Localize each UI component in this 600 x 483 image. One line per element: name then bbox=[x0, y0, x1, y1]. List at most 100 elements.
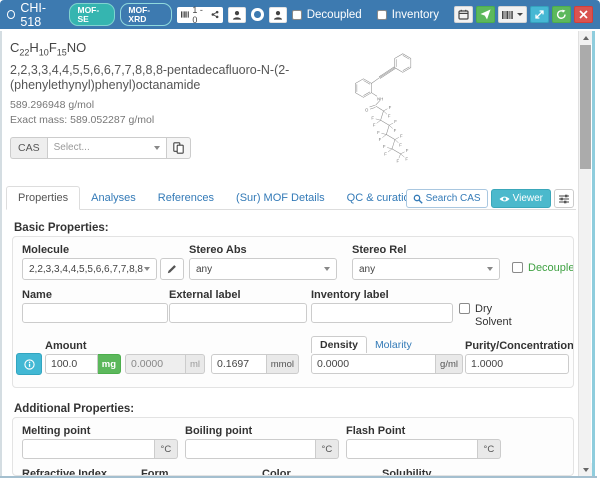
mole-input[interactable] bbox=[211, 354, 267, 374]
density-input[interactable] bbox=[311, 354, 436, 374]
tab-density[interactable]: Density bbox=[311, 336, 367, 353]
svg-text:NH: NH bbox=[377, 97, 383, 102]
melting-point-input[interactable] bbox=[22, 439, 155, 459]
stereo-rel-field: any bbox=[352, 258, 500, 280]
barcode-icon bbox=[181, 10, 189, 19]
boiling-point-input[interactable] bbox=[185, 439, 316, 459]
amount-unit-button[interactable]: mg bbox=[98, 354, 121, 374]
status-circle-icon bbox=[7, 10, 15, 19]
cas-select-placeholder: Select... bbox=[54, 142, 90, 153]
caret-down-icon bbox=[324, 267, 330, 271]
scroll-up-arrow[interactable] bbox=[579, 31, 592, 44]
loading-circle-icon bbox=[251, 8, 263, 21]
decoupled-panel-checkbox[interactable] bbox=[512, 262, 523, 273]
stereo-abs-select[interactable]: any bbox=[189, 258, 337, 280]
mole-unit-button[interactable]: mmol bbox=[267, 354, 299, 374]
edit-molecule-button[interactable] bbox=[160, 258, 184, 280]
color-label: Color bbox=[262, 468, 291, 476]
tab-properties[interactable]: Properties bbox=[6, 186, 80, 210]
calendar-button[interactable] bbox=[454, 6, 473, 23]
search-cas-button[interactable]: Search CAS bbox=[406, 189, 488, 208]
boiling-point-group: °C bbox=[185, 439, 339, 459]
tab-actions: Search CAS Viewer bbox=[406, 189, 574, 208]
external-label-input[interactable] bbox=[169, 303, 307, 323]
boiling-unit: °C bbox=[316, 439, 339, 459]
decoupled-field: Decoupled bbox=[512, 262, 574, 274]
melting-point-group: °C bbox=[22, 439, 178, 459]
flash-point-input[interactable] bbox=[346, 439, 478, 459]
svg-text:O: O bbox=[365, 108, 369, 113]
send-button[interactable] bbox=[476, 6, 495, 23]
tab-mof-details[interactable]: (Sur) MOF Details bbox=[225, 187, 336, 209]
svg-text:F: F bbox=[405, 157, 408, 162]
amount-input[interactable] bbox=[45, 354, 98, 374]
density-unit-button[interactable]: g/ml bbox=[436, 354, 463, 374]
viewer-button[interactable]: Viewer bbox=[491, 189, 551, 208]
decoupled-checkbox[interactable] bbox=[292, 10, 302, 20]
molecular-formula: C22H10F15NO bbox=[10, 40, 302, 58]
stereo-rel-value: any bbox=[359, 264, 375, 275]
name-label: Name bbox=[22, 289, 52, 301]
badge-mof-se[interactable]: MOF-SE bbox=[69, 3, 115, 26]
boiling-point-label: Boiling point bbox=[185, 425, 252, 437]
info-button[interactable] bbox=[16, 353, 42, 375]
svg-text:F: F bbox=[388, 114, 391, 119]
decoupled-label: Decoupled bbox=[307, 9, 362, 21]
svg-text:F: F bbox=[400, 133, 403, 138]
mole-group: mmol bbox=[211, 354, 299, 374]
settings-button[interactable] bbox=[554, 189, 574, 208]
decoupled-panel-label: Decoupled bbox=[528, 262, 574, 274]
compound-summary: C22H10F15NO 2,2,3,3,4,4,5,5,6,6,7,7,8,8,… bbox=[10, 40, 302, 159]
assignee-button[interactable] bbox=[269, 7, 287, 23]
name-field bbox=[22, 303, 168, 323]
inventory-checkbox[interactable] bbox=[377, 10, 387, 20]
close-icon bbox=[579, 10, 588, 19]
expand-arrows-icon bbox=[534, 9, 545, 20]
expand-button[interactable] bbox=[530, 6, 549, 23]
tab-analyses[interactable]: Analyses bbox=[80, 187, 147, 209]
svg-text:F: F bbox=[394, 128, 397, 133]
dry-solvent-checkbox[interactable] bbox=[459, 303, 470, 314]
recycle-icon bbox=[556, 9, 567, 20]
scrollbar-thumb[interactable] bbox=[580, 45, 591, 169]
badge-mof-xrd[interactable]: MOF-XRD bbox=[120, 3, 172, 26]
paper-plane-icon bbox=[480, 9, 491, 20]
cas-row: CAS Select... bbox=[10, 137, 302, 159]
svg-text:F: F bbox=[377, 130, 380, 135]
molecule-select[interactable]: 2,2,3,3,4,4,5,5,6,6,7,7,8,8,8-pe bbox=[22, 258, 157, 280]
refresh-button[interactable] bbox=[552, 6, 571, 23]
window-right-edge bbox=[592, 31, 595, 476]
melting-unit: °C bbox=[155, 439, 178, 459]
volume-group: ml bbox=[125, 354, 205, 374]
molecule-structure: NHOFFFFFFFFFFFFFFF bbox=[348, 48, 420, 166]
sample-counter[interactable]: 1 - 0 bbox=[177, 7, 223, 23]
name-input[interactable] bbox=[22, 303, 168, 323]
person-icon bbox=[232, 10, 242, 20]
volume-input[interactable] bbox=[125, 354, 186, 374]
purity-input[interactable] bbox=[465, 354, 569, 374]
cas-copy-button[interactable] bbox=[167, 137, 191, 159]
svg-text:F: F bbox=[379, 137, 382, 142]
inventory-label: Inventory label bbox=[311, 289, 389, 301]
amount-group: mg bbox=[45, 354, 121, 374]
cas-select[interactable]: Select... bbox=[47, 137, 167, 159]
tab-references[interactable]: References bbox=[147, 187, 225, 209]
scroll-down-arrow[interactable] bbox=[579, 463, 592, 476]
paste-icon bbox=[173, 142, 184, 154]
cas-label: CAS bbox=[10, 137, 47, 159]
user-button[interactable] bbox=[228, 7, 246, 23]
viewer-label: Viewer bbox=[513, 193, 543, 204]
inventory-label-field bbox=[311, 303, 453, 323]
vertical-scrollbar[interactable] bbox=[578, 31, 591, 476]
flash-point-group: °C bbox=[346, 439, 501, 459]
molecular-weight: 589.296948 g/mol bbox=[10, 99, 302, 111]
close-button[interactable] bbox=[574, 6, 593, 23]
barcode-button[interactable] bbox=[498, 6, 527, 23]
svg-text:F: F bbox=[394, 119, 397, 124]
tab-molarity[interactable]: Molarity bbox=[367, 337, 420, 353]
external-label: External label bbox=[169, 289, 241, 301]
stereo-rel-select[interactable]: any bbox=[352, 258, 500, 280]
info-icon bbox=[24, 359, 35, 370]
inventory-label-input[interactable] bbox=[311, 303, 453, 323]
melting-point-label: Melting point bbox=[22, 425, 90, 437]
